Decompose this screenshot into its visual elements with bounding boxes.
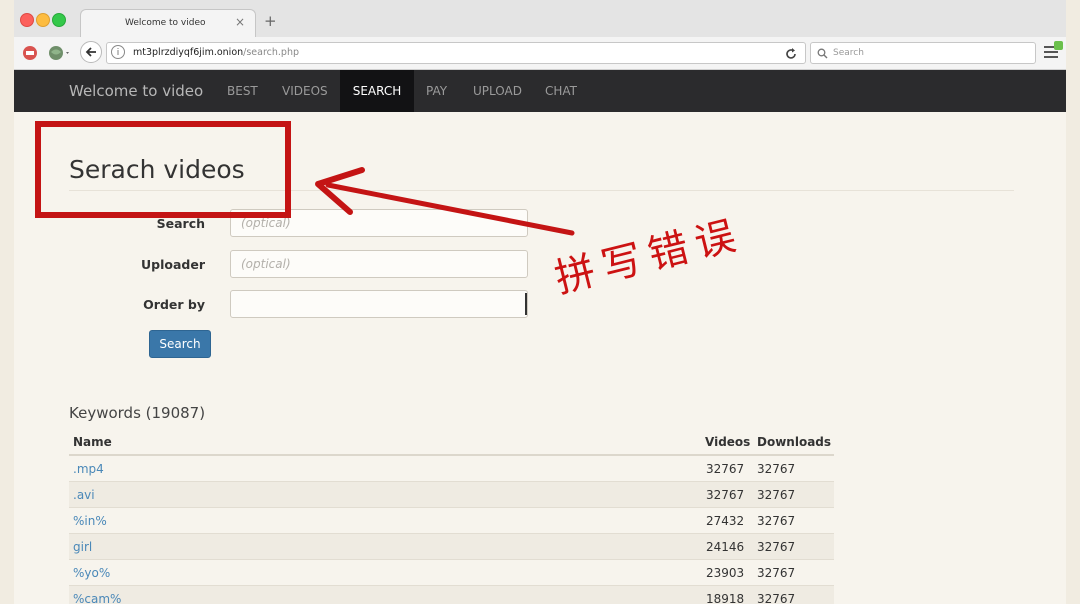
- minimize-window-button[interactable]: [36, 13, 50, 27]
- keyword-link[interactable]: %cam%: [73, 592, 121, 604]
- keyword-link[interactable]: .avi: [73, 488, 95, 502]
- nav-item-pay[interactable]: PAY: [414, 70, 459, 112]
- browser-window: Welcome to video × + i mt3plrzdiyqf6jim.…: [14, 0, 1066, 604]
- search-button[interactable]: Search: [149, 330, 211, 358]
- table-row: %in% 27432 32767: [69, 508, 834, 534]
- site-brand[interactable]: Welcome to video: [69, 82, 203, 100]
- select-scrollbar: [525, 293, 527, 315]
- nav-item-best[interactable]: BEST: [215, 70, 270, 112]
- downloads-count: 32767: [757, 540, 796, 554]
- column-header-downloads: Downloads: [757, 435, 832, 449]
- downloads-count: 32767: [757, 566, 796, 580]
- downloads-count: 32767: [757, 462, 796, 476]
- site-navbar: Welcome to video BEST VIDEOS SEARCH PAY …: [14, 70, 1066, 112]
- downloads-count: 32767: [757, 592, 796, 604]
- browser-toolbar: i mt3plrzdiyqf6jim.onion/search.php Sear…: [14, 37, 1066, 70]
- url-bar[interactable]: i mt3plrzdiyqf6jim.onion/search.php: [106, 42, 806, 64]
- videos-count: 18918: [706, 592, 745, 604]
- url-path: /search.php: [243, 47, 300, 58]
- videos-count: 24146: [706, 540, 745, 554]
- table-row: girl 24146 32767: [69, 534, 834, 560]
- stop-icon[interactable]: [22, 45, 38, 61]
- table-row: .avi 32767 32767: [69, 482, 834, 508]
- site-info-icon[interactable]: i: [111, 45, 125, 59]
- search-icon: [817, 48, 828, 59]
- keyword-link[interactable]: girl: [73, 540, 92, 554]
- title-divider: [69, 190, 1014, 191]
- url-text: mt3plrzdiyqf6jim.onion/search.php: [133, 47, 299, 58]
- close-window-button[interactable]: [20, 13, 34, 27]
- extension-badge-icon[interactable]: [1054, 41, 1063, 50]
- videos-count: 23903: [706, 566, 745, 580]
- keyword-link[interactable]: .mp4: [73, 462, 104, 476]
- videos-count: 27432: [706, 514, 745, 528]
- keyword-link[interactable]: %in%: [73, 514, 107, 528]
- tab-strip: Welcome to video × +: [14, 0, 1066, 37]
- nav-item-search[interactable]: SEARCH: [340, 70, 414, 112]
- table-row: %cam% 18918 32767: [69, 586, 834, 604]
- browser-search-bar[interactable]: Search: [810, 42, 1036, 64]
- globe-dropdown-icon[interactable]: [48, 44, 72, 62]
- back-arrow-icon: [85, 47, 96, 57]
- search-input[interactable]: [230, 209, 528, 237]
- order-by-select[interactable]: [230, 290, 528, 318]
- browser-search-placeholder: Search: [833, 48, 864, 58]
- column-header-videos: Videos: [705, 435, 751, 449]
- nav-item-chat[interactable]: CHAT: [533, 70, 589, 112]
- uploader-input[interactable]: [230, 250, 528, 278]
- tab-title: Welcome to video: [125, 18, 206, 28]
- column-header-name: Name: [73, 435, 112, 449]
- tab-close-icon[interactable]: ×: [235, 15, 245, 29]
- zoom-window-button[interactable]: [52, 13, 66, 27]
- downloads-count: 32767: [757, 514, 796, 528]
- back-button[interactable]: [80, 41, 102, 63]
- nav-item-videos[interactable]: VIDEOS: [270, 70, 340, 112]
- search-label: Search: [156, 216, 205, 231]
- videos-count: 32767: [706, 462, 745, 476]
- url-host: mt3plrzdiyqf6jim.onion: [133, 47, 244, 58]
- table-row: .mp4 32767 32767: [69, 456, 834, 482]
- uploader-label: Uploader: [141, 257, 205, 272]
- downloads-count: 32767: [757, 488, 796, 502]
- keywords-heading: Keywords (19087): [69, 404, 206, 422]
- page-title: Serach videos: [69, 155, 245, 184]
- nav-item-upload[interactable]: UPLOAD: [461, 70, 534, 112]
- reload-icon[interactable]: [785, 47, 797, 61]
- browser-tab[interactable]: Welcome to video ×: [80, 9, 256, 37]
- new-tab-button[interactable]: +: [264, 14, 277, 29]
- videos-count: 32767: [706, 488, 745, 502]
- keyword-link[interactable]: %yo%: [73, 566, 110, 580]
- order-by-label: Order by: [143, 297, 205, 312]
- table-row: %yo% 23903 32767: [69, 560, 834, 586]
